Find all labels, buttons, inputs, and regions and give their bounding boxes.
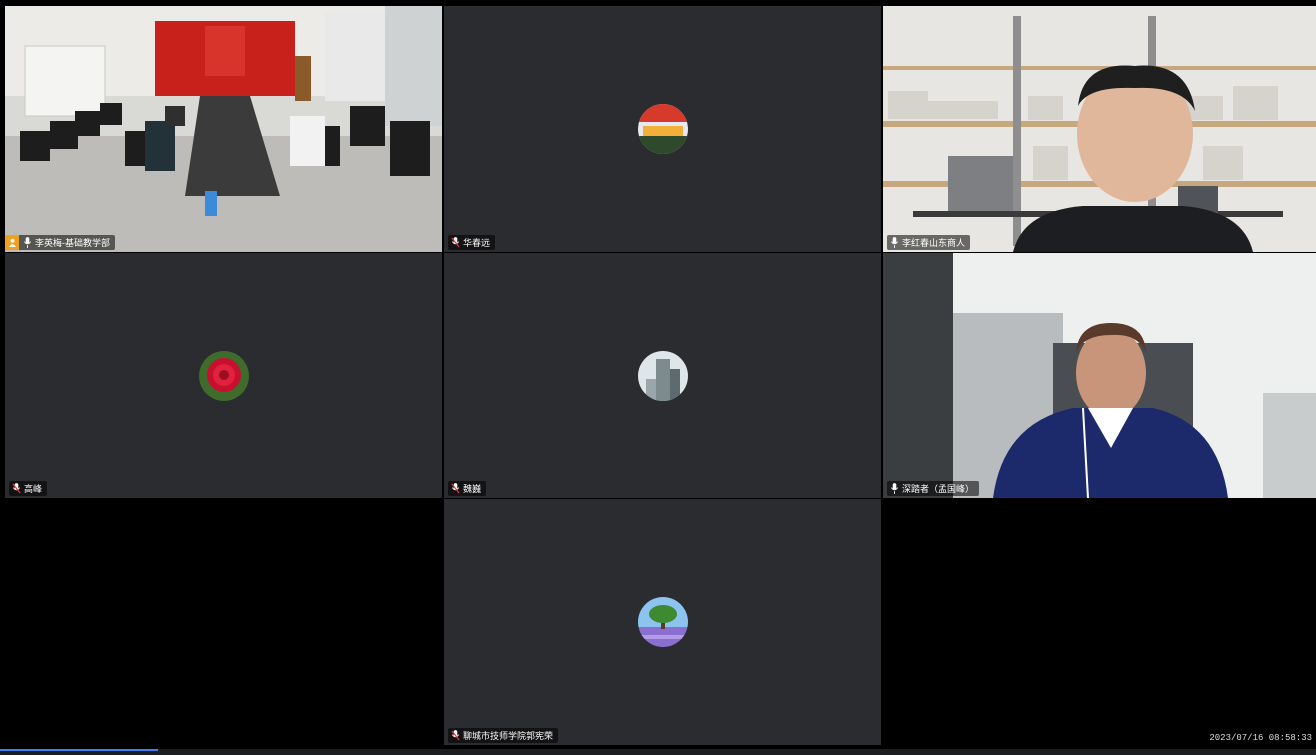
participant-name-tag: 深踏者（孟国峰） (887, 481, 980, 496)
red-rose-icon (198, 350, 249, 401)
participant-tile-7[interactable]: 聊城市技师学院郭宪荣 (444, 499, 881, 745)
screenshot-timestamp: 2023/07/16 08:58:33 (1209, 733, 1312, 743)
microphone-muted-icon (12, 483, 21, 494)
participant-name: 深踏者（孟国峰） (902, 484, 975, 494)
participant-name: 李英梅-基础教学部 (35, 238, 110, 248)
participant-name-tag: 聊城市技师学院郭宪荣 (448, 728, 559, 743)
participant-name-tag: 李英梅-基础教学部 (5, 235, 115, 250)
participant-name: 华春远 (463, 238, 491, 248)
participant-name: 魏巍 (463, 484, 482, 494)
participant-name: 聊城市技师学院郭宪荣 (463, 731, 554, 741)
microphone-muted-icon (451, 237, 460, 248)
participant-tile-4[interactable]: 高峰 (5, 253, 442, 498)
bottom-status-strip (0, 749, 1316, 755)
participant-name-tag: 高峰 (9, 481, 48, 496)
empty-tile-right (883, 499, 1316, 745)
host-badge-icon (5, 235, 19, 250)
participant-tile-5[interactable]: 魏巍 (444, 253, 881, 498)
microphone-icon (23, 237, 32, 248)
participant-name-tag: 魏巍 (448, 481, 487, 496)
flag-scene-icon (637, 104, 688, 154)
conference-room-video (5, 6, 442, 252)
microphone-muted-icon (451, 483, 460, 494)
participant-name-tag: 华春远 (448, 235, 496, 250)
participant-name: 李红春山东商人 (902, 238, 966, 248)
tree-field-icon (637, 597, 688, 647)
progress-bar (0, 749, 158, 751)
participant-tile-3[interactable]: 李红春山东商人 (883, 6, 1316, 252)
video-grid: 李英梅-基础教学部 华春远 李红春山东商人 高峰 魏巍 深踏者（孟国峰） 聊城市… (0, 0, 1316, 755)
participant-tile-6[interactable]: 深踏者（孟国峰） (883, 253, 1316, 498)
building-icon (637, 350, 688, 401)
microphone-icon (890, 483, 899, 494)
participant-tile-2[interactable]: 华春远 (444, 6, 881, 252)
office-background-video (883, 253, 1316, 498)
microphone-muted-icon (451, 730, 460, 741)
participant-name: 高峰 (24, 484, 43, 494)
microphone-icon (890, 237, 899, 248)
empty-tile-left (5, 499, 442, 745)
bookshelf-background-video (883, 6, 1316, 252)
participant-tile-1[interactable]: 李英梅-基础教学部 (5, 6, 442, 252)
participant-name-tag: 李红春山东商人 (887, 235, 971, 250)
